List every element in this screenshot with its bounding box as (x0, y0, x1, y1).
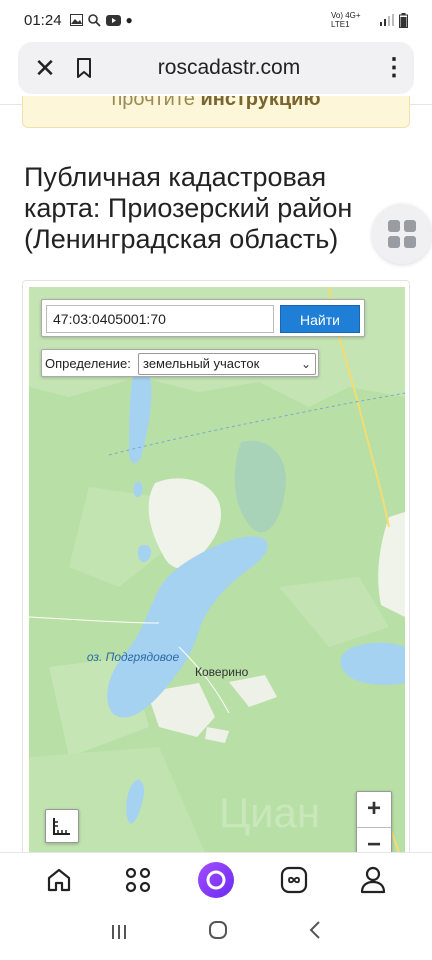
lake-label: оз. Подгрядовое (86, 650, 180, 664)
search-icon (87, 13, 101, 27)
services-grid-icon[interactable] (118, 860, 158, 900)
close-icon[interactable]: ✕ (18, 53, 72, 84)
find-button[interactable]: Найти (280, 305, 360, 333)
home-icon[interactable] (39, 860, 79, 900)
cadastral-map[interactable]: Циан оз. Подгрядовое Коверино Найти Опре… (29, 287, 405, 859)
system-nav-bar (0, 906, 432, 960)
ruler-icon (53, 818, 70, 835)
bookmark-icon[interactable] (72, 53, 96, 83)
page-title: Публичная кадастровая карта: Приозерский… (24, 162, 353, 254)
status-right-icons: Vo) 4G+ LTE1 (331, 11, 408, 29)
definition-select[interactable]: земельный участок ⌄ (138, 353, 316, 375)
cadastral-search-box: Найти (41, 299, 365, 337)
instruction-notice: прочтите инструкцию (22, 96, 410, 128)
services-fab[interactable] (372, 204, 432, 264)
definition-value: земельный участок (143, 356, 260, 371)
gallery-icon (69, 14, 83, 26)
cadastral-map-frame: Циан оз. Подгрядовое Коверино Найти Опре… (22, 280, 410, 860)
url-text[interactable]: roscadastr.com (96, 56, 362, 80)
browser-url-bar: ✕ roscadastr.com ⋮ (18, 42, 414, 94)
profile-icon[interactable] (353, 860, 393, 900)
dot-icon: ● (125, 13, 133, 27)
notice-prefix: прочтите (111, 96, 201, 110)
alice-assistant-icon[interactable] (196, 860, 236, 900)
chevron-down-icon: ⌄ (300, 357, 311, 371)
recents-icon[interactable] (110, 920, 128, 946)
ruler-button[interactable] (45, 809, 79, 843)
more-vert-icon[interactable]: ⋮ (374, 56, 414, 80)
youtube-icon (105, 14, 121, 26)
signal-icon (380, 14, 394, 26)
svg-text:Циан: Циан (219, 789, 320, 836)
status-time: 01:24 (24, 11, 62, 29)
browser-bottom-nav (0, 852, 432, 906)
instruction-link[interactable]: инструкцию (200, 96, 320, 110)
back-chevron-icon[interactable] (308, 920, 322, 946)
home-circle-icon[interactable] (208, 920, 228, 946)
battery-icon (399, 12, 408, 28)
zoom-control: + − (356, 791, 392, 859)
definition-label: Определение: (45, 356, 131, 371)
status-bar: 01:24 ● Vo) 4G+ LTE1 (0, 0, 432, 40)
tabs-infinity-icon[interactable] (274, 860, 314, 900)
definition-select-box: Определение: земельный участок ⌄ (41, 349, 319, 377)
apps-grid-icon (388, 220, 416, 248)
zoom-in-button[interactable]: + (357, 792, 391, 828)
status-notification-icons: ● (69, 13, 133, 27)
network-label: Vo) 4G+ LTE1 (331, 11, 361, 29)
village-label: Коверино (195, 665, 249, 679)
cadastral-number-input[interactable] (46, 305, 274, 333)
